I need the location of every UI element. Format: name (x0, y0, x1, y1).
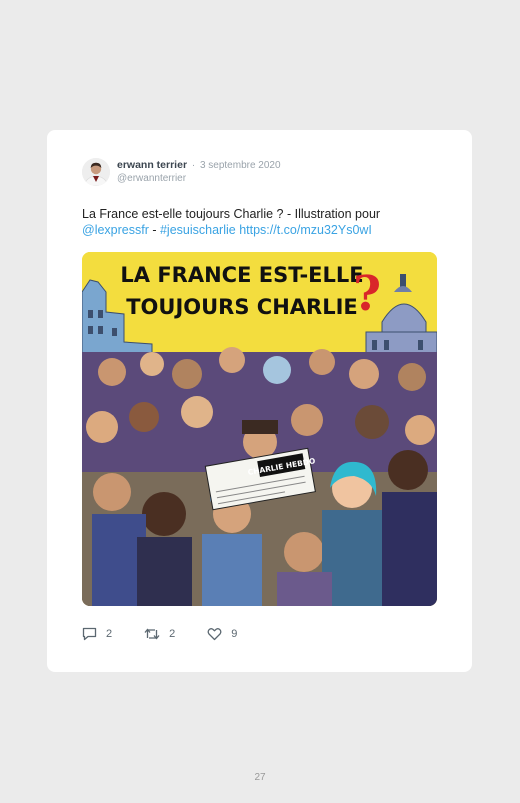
like-button[interactable]: 9 (207, 627, 237, 641)
reply-button[interactable]: 2 (82, 627, 112, 641)
tweet-header: erwann terrier · 3 septembre 2020 (117, 159, 281, 171)
tweet-card: erwann terrier · 3 septembre 2020 @erwan… (47, 130, 472, 672)
page: erwann terrier · 3 septembre 2020 @erwan… (0, 0, 520, 803)
retweet-button[interactable]: 2 (144, 627, 175, 641)
reply-count: 2 (106, 628, 113, 640)
tweet-date[interactable]: 3 septembre 2020 (200, 160, 281, 171)
author-name[interactable]: erwann terrier (117, 159, 187, 171)
retweet-icon (144, 628, 160, 640)
url-link[interactable]: https://t.co/mzu32Ys0wI (239, 223, 372, 237)
tweet-text-body: La France est-elle toujours Charlie ? - … (82, 207, 381, 221)
poster-question-mark: ? (353, 266, 381, 322)
reply-icon (82, 627, 97, 641)
text-dash: - (148, 223, 160, 237)
avatar-image (82, 158, 110, 186)
hashtag-link[interactable]: #jesuischarlie (160, 223, 236, 237)
mention-link[interactable]: @lexpressfr (82, 223, 149, 237)
page-number: 27 (254, 772, 266, 783)
retweet-count: 2 (169, 628, 176, 640)
poster-headline-line1: LA FRANCE EST-ELLE (120, 263, 363, 287)
poster-headline-line2: TOUJOURS CHARLIE (126, 295, 358, 319)
tweet-image[interactable]: CHARLIE HEBDO LA FRANCE EST-ELLE TOUJOUR… (82, 252, 437, 606)
tweet-text: La France est-elle toujours Charlie ? - … (82, 206, 452, 238)
illustration: CHARLIE HEBDO LA FRANCE EST-ELLE TOUJOUR… (82, 252, 437, 606)
tweet-actions: 2 2 9 (82, 626, 269, 642)
author-handle[interactable]: @erwannterrier (117, 173, 186, 184)
header-separator: · (191, 160, 196, 171)
like-count: 9 (231, 628, 238, 640)
avatar[interactable] (82, 158, 110, 186)
heart-icon (207, 628, 222, 641)
